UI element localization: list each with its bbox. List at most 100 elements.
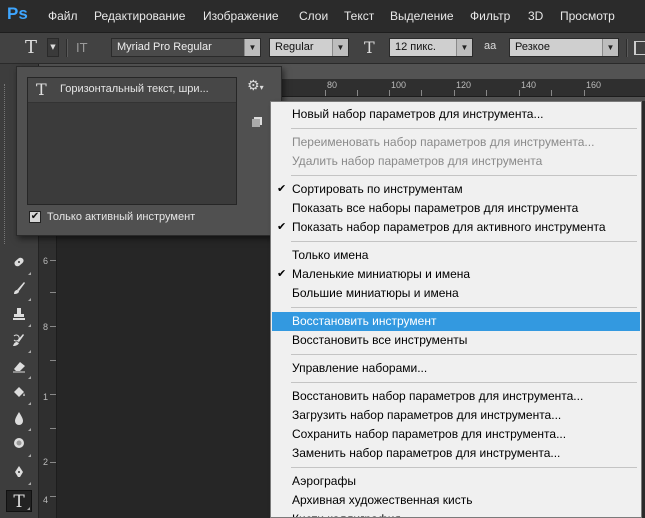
menu-image[interactable]: Изображение — [203, 9, 279, 23]
menu-separator — [291, 382, 637, 383]
history-brush-icon[interactable] — [6, 332, 32, 354]
menu-item-label: Сохранить набор параметров для инструмен… — [292, 427, 567, 441]
antialias-select[interactable]: Резкое ▼ — [509, 38, 619, 57]
menu-3d[interactable]: 3D — [528, 9, 543, 23]
menu-item-label: Новый набор параметров для инструмента..… — [292, 107, 544, 121]
checkmark-icon: ✔ — [277, 268, 287, 280]
menu-layers[interactable]: Слои — [299, 9, 328, 23]
menu-item-label: Только имена — [292, 248, 369, 262]
font-size-icon: T — [364, 38, 375, 57]
menu-item[interactable]: Только имена — [272, 246, 640, 265]
brush-icon[interactable] — [6, 280, 32, 302]
chevron-down-icon: ▼ — [602, 39, 618, 56]
menu-item[interactable]: Архивная художественная кисть — [272, 491, 640, 510]
menu-separator — [291, 354, 637, 355]
menu-item[interactable]: Восстановить набор параметров для инстру… — [272, 387, 640, 406]
menu-item-label: Переименовать набор параметров для инстр… — [292, 135, 595, 149]
menu-filter[interactable]: Фильтр — [470, 9, 510, 23]
horizontal-ruler: 80 100 120 140 160 — [260, 79, 645, 97]
ruler-tick — [551, 90, 552, 96]
ruler-label: 140 — [521, 80, 537, 90]
menu-item[interactable]: Восстановить все инструменты — [272, 331, 640, 350]
type-tool-icon[interactable]: T — [6, 490, 32, 512]
ruler-label: 80 — [327, 80, 338, 90]
menu-item[interactable]: Большие миниатюры и имена — [272, 284, 640, 303]
antialias-value: Резкое — [515, 41, 550, 53]
photoshop-logo: Ps — [7, 4, 28, 23]
menu-file[interactable]: Файл — [48, 9, 78, 23]
stamp-icon[interactable] — [6, 306, 32, 328]
menu-item-label: Восстановить инструмент — [292, 314, 437, 328]
active-tool-only-checkbox[interactable]: ✔ — [29, 211, 41, 223]
context-menu: Новый набор параметров для инструмента..… — [270, 101, 642, 518]
menu-item-label: Удалить набор параметров для инструмента — [292, 154, 543, 168]
pen-icon[interactable] — [6, 464, 32, 486]
menu-item[interactable]: Заменить набор параметров для инструмент… — [272, 444, 640, 463]
new-preset-icon[interactable] — [252, 112, 262, 127]
menu-item[interactable]: Загрузить набор параметров для инструмен… — [272, 406, 640, 425]
menu-item[interactable]: ✔ Сортировать по инструментам — [272, 180, 640, 199]
ruler-tick — [50, 260, 56, 261]
menu-type[interactable]: Текст — [344, 9, 374, 23]
font-family-select[interactable]: Myriad Pro Regular ▼ — [111, 38, 261, 57]
blur-icon[interactable] — [6, 410, 32, 432]
menu-item[interactable]: Аэрографы — [272, 472, 640, 491]
menu-view[interactable]: Просмотр — [560, 9, 615, 23]
ruler-tick — [519, 90, 520, 96]
type-tool-preset-icon[interactable]: T — [25, 37, 37, 58]
menu-item[interactable]: Сохранить набор параметров для инструмен… — [272, 425, 640, 444]
align-left-icon[interactable] — [634, 41, 645, 55]
menu-item[interactable]: Кисти каллиграфия — [272, 510, 640, 517]
eraser-icon[interactable] — [6, 358, 32, 380]
menu-item[interactable]: ✔ Маленькие миниатюры и имена — [272, 265, 640, 284]
menu-select[interactable]: Выделение — [390, 9, 454, 23]
menu-separator — [291, 175, 637, 176]
ruler-tick — [50, 326, 56, 327]
chevron-down-icon: ▼ — [244, 39, 260, 56]
menu-item[interactable]: Восстановить инструмент — [272, 312, 640, 331]
paint-bucket-icon[interactable] — [6, 384, 32, 406]
chevron-down-icon: ▼ — [332, 39, 348, 56]
menu-item-label: Восстановить набор параметров для инстру… — [292, 389, 584, 403]
preset-item[interactable]: T Горизонтальный текст, шри... — [28, 78, 236, 103]
type-preset-icon: T — [36, 80, 47, 99]
font-size-select[interactable]: 12 пикс. ▼ — [389, 38, 473, 57]
menu-item[interactable]: Управление наборами... — [272, 359, 640, 378]
menu-item[interactable]: Новый набор параметров для инструмента..… — [272, 105, 640, 124]
menu-item-label: Заменить набор параметров для инструмент… — [292, 446, 561, 460]
menu-item[interactable]: Показать все наборы параметров для инстр… — [272, 199, 640, 218]
menu-bar: Ps Файл Редактирование Изображение Слои … — [0, 0, 645, 33]
font-style-value: Regular — [275, 41, 314, 53]
ruler-tick — [50, 360, 56, 361]
menu-item-label: Маленькие миниатюры и имена — [292, 267, 471, 281]
menu-edit[interactable]: Редактирование — [94, 9, 185, 23]
checkmark-icon: ✔ — [277, 221, 287, 233]
healing-brush-icon[interactable] — [6, 254, 32, 276]
ruler-tick — [421, 90, 422, 96]
ruler-label: 4 — [43, 495, 49, 505]
active-tool-only-label: Только активный инструмент — [47, 211, 196, 223]
ruler-label: 2 — [43, 457, 49, 467]
separator — [66, 39, 68, 57]
dodge-icon[interactable] — [6, 436, 32, 458]
ruler-tick — [486, 90, 487, 96]
chevron-down-icon: ▼ — [456, 39, 472, 56]
menu-item-label: Аэрографы — [292, 474, 356, 488]
menu-separator — [291, 128, 637, 129]
ruler-tick — [325, 90, 326, 96]
menu-item-label: Сортировать по инструментам — [292, 182, 463, 196]
menu-item-label: Управление наборами... — [292, 361, 428, 375]
menu-item-label: Загрузить набор параметров для инструмен… — [292, 408, 562, 422]
preset-item-label: Горизонтальный текст, шри... — [60, 83, 209, 95]
ruler-label: 120 — [456, 80, 472, 90]
menu-item[interactable]: ✔ Показать набор параметров для активного… — [272, 218, 640, 237]
text-orientation-icon[interactable]: IT — [76, 40, 88, 55]
menu-item: Удалить набор параметров для инструмента — [272, 152, 640, 171]
gear-icon[interactable]: ⚙▾ — [247, 78, 264, 94]
ruler-label: 1 — [43, 392, 49, 402]
ruler-label: 100 — [391, 80, 407, 90]
tool-preset-picker-button[interactable]: ▼ — [47, 38, 59, 57]
toolbar-grip — [4, 84, 7, 244]
font-style-select[interactable]: Regular ▼ — [269, 38, 349, 57]
ruler-label: 8 — [43, 322, 49, 332]
